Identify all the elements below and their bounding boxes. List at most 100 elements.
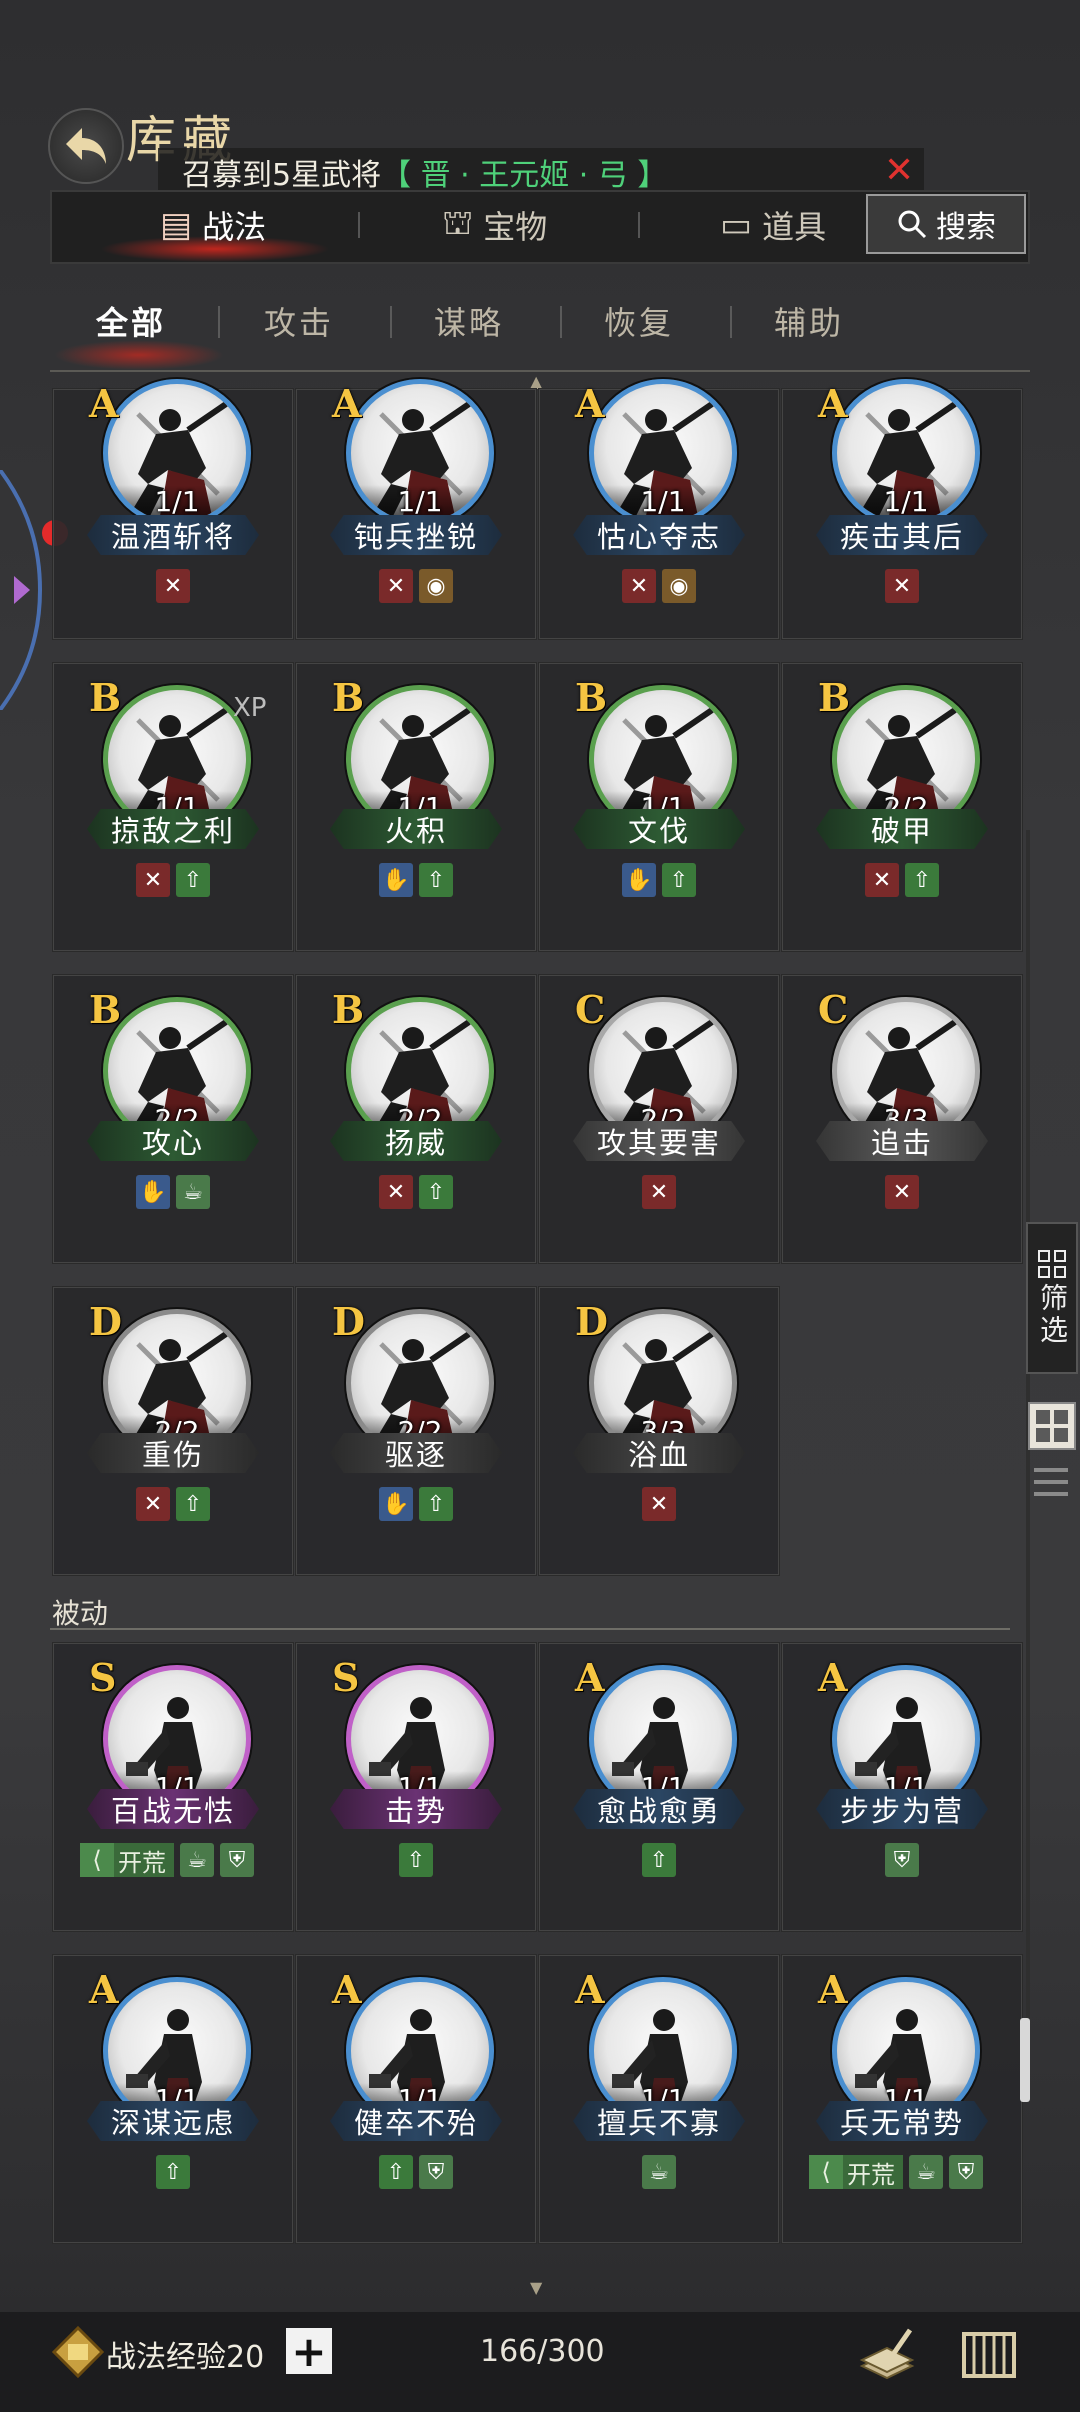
skill-card[interactable]: 1/1 A 温酒斩将 ✕ (52, 379, 294, 640)
skill-card[interactable]: 1/1 A 步步为营 ⛨ (781, 1642, 1023, 1932)
tab-daoju[interactable]: ▭ 道具 (720, 200, 826, 250)
skill-card[interactable]: 1/1 A 钝兵挫锐 ✕ ◉ (295, 379, 537, 640)
subtab-support[interactable]: 辅助 (774, 298, 844, 344)
subtab-separator (560, 306, 562, 338)
skill-card[interactable]: 2/2 C 攻其要害 ✕ (538, 974, 780, 1264)
skill-card[interactable]: 1/1 A 兵无常势 ⟨ 开荒 ☕ ⛨ (781, 1954, 1023, 2244)
shield-tag-icon: ⛨ (949, 2155, 983, 2189)
attack-tag-icon: ✕ (136, 1487, 170, 1521)
tab-label: 宝物 (483, 208, 548, 246)
grade-badge: B (89, 675, 122, 720)
pickaxe-icon: ⟨ (809, 2155, 843, 2189)
list-view-toggle[interactable] (1034, 1466, 1068, 1498)
skill-name: 文伐 (573, 809, 745, 849)
attack-tag-icon: ✕ (642, 1175, 676, 1209)
attack-tag-icon: ✕ (865, 863, 899, 897)
scroll-down-arrow-icon: ▼ (530, 2278, 543, 2297)
skill-card[interactable]: 2/2 B 扬威 ✕ ⇧ (295, 974, 537, 1264)
attack-tag-icon: ✕ (136, 863, 170, 897)
grade-badge: A (332, 1967, 362, 2012)
grid-view-toggle[interactable] (1028, 1402, 1076, 1450)
skill-name: 百战无怯 (87, 1789, 259, 1829)
back-button[interactable] (48, 108, 124, 184)
pickaxe-icon: ⟨ (80, 1843, 114, 1877)
filter-button[interactable]: 筛选 (1026, 1222, 1078, 1374)
skill-portrait: 1/1 (832, 379, 980, 527)
skill-name: 步步为营 (816, 1789, 988, 1829)
skill-tags: ✕ (642, 1487, 676, 1521)
skill-card[interactable]: 1/1 A 深谋远虑 ⇧ (52, 1954, 294, 2244)
skill-card[interactable]: 1/1 S 击势 ⇧ (295, 1642, 537, 1932)
bamboo-scroll-icon[interactable] (954, 2320, 1024, 2390)
subtab-attack[interactable]: 攻击 (264, 298, 334, 344)
heal-tag-icon: ⇧ (176, 863, 210, 897)
grade-badge: C (818, 987, 849, 1032)
scroll-bundle-icon: ▤ (160, 205, 193, 245)
banner-text: 召募到5星武将【 晋 · 王元姬 · 弓 】 (182, 150, 667, 194)
book-pen-icon[interactable] (852, 2320, 922, 2390)
tab-baowu[interactable]: ⛫ 宝物 (442, 200, 547, 250)
passive-section-divider (50, 1628, 1010, 1630)
grade-badge: A (89, 1967, 119, 2012)
kaihuang-label: 开荒 (847, 2160, 895, 2189)
grade-badge: B (332, 675, 365, 720)
close-icon[interactable]: ✕ (884, 150, 914, 191)
skill-name: 怙心夺志 (573, 515, 745, 555)
side-drawer-tab[interactable] (0, 468, 52, 712)
add-xp-button[interactable]: + (286, 2327, 332, 2376)
skill-tags: ✕ ◉ (622, 569, 696, 603)
subtab-separator (730, 306, 732, 338)
xp-badge: XP (233, 693, 267, 723)
pot-tag-icon: ☕ (180, 1843, 214, 1877)
skill-card[interactable]: 2/2 D 驱逐 ✋ ⇧ (295, 1286, 537, 1576)
skill-card[interactable]: 2/2 B 攻心 ✋ ☕ (52, 974, 294, 1264)
skill-card[interactable]: 1/1 A 愈战愈勇 ⇧ (538, 1642, 780, 1932)
skill-card[interactable]: 3/3 C 追击 ✕ (781, 974, 1023, 1264)
tab-zhanfa[interactable]: ▤ 战法 (160, 200, 266, 250)
skill-card[interactable]: 1/1 A 健卒不殆 ⇧ ⛨ (295, 1954, 537, 2244)
subtab-all[interactable]: 全部 (96, 298, 166, 344)
skill-portrait: 1/1 (103, 379, 251, 527)
skill-tags: ✋ ⇧ (622, 863, 696, 897)
skill-card[interactable]: 1/1 S 百战无怯 ⟨ 开荒 ☕ ⛨ (52, 1642, 294, 1932)
scrollbar-thumb[interactable] (1020, 2018, 1030, 2102)
skill-name: 破甲 (816, 809, 988, 849)
attack-tag-icon: ✕ (885, 1175, 919, 1209)
skull-tag-icon: ◉ (419, 569, 453, 603)
skill-name: 追击 (816, 1121, 988, 1161)
heal-tag-icon: ⇧ (419, 1487, 453, 1521)
kaihuang-label: 开荒 (118, 1848, 166, 1877)
skill-card[interactable]: 1/1 B 火积 ✋ ⇧ (295, 662, 537, 952)
blue-tag-icon: ✋ (379, 863, 413, 897)
skill-tags: ⛨ (885, 1843, 919, 1877)
skill-card[interactable]: 1/1 B XP 掠敌之利 ✕ ⇧ (52, 662, 294, 952)
shield-tag-icon: ⛨ (885, 1843, 919, 1877)
skill-card[interactable]: 3/3 D 浴血 ✕ (538, 1286, 780, 1576)
search-button[interactable]: 搜索 (866, 194, 1026, 254)
skill-name: 健卒不殆 (330, 2101, 502, 2141)
subtab-strategy[interactable]: 谋略 (434, 298, 504, 344)
skill-tags: ✕ (885, 1175, 919, 1209)
skill-card[interactable]: 1/1 B 文伐 ✋ ⇧ (538, 662, 780, 952)
skill-count: 1/1 (837, 485, 975, 518)
back-arrow-icon (66, 128, 106, 164)
search-icon (898, 210, 927, 239)
skill-card[interactable]: 1/1 A 疾击其后 ✕ (781, 379, 1023, 640)
skill-card[interactable]: 2/2 D 重伤 ✕ ⇧ (52, 1286, 294, 1576)
skill-name: 擅兵不寡 (573, 2101, 745, 2141)
list-view-icon (1034, 1468, 1068, 1496)
skill-card[interactable]: 2/2 B 破甲 ✕ ⇧ (781, 662, 1023, 952)
skill-name: 驱逐 (330, 1433, 502, 1473)
skill-card[interactable]: 1/1 A 怙心夺志 ✕ ◉ (538, 379, 780, 640)
skill-card[interactable]: 1/1 A 擅兵不寡 ☕ (538, 1954, 780, 2244)
skill-tags: ⇧ ⛨ (379, 2155, 453, 2189)
grade-badge: A (89, 381, 119, 426)
skill-tags: ✋ ⇧ (379, 863, 453, 897)
grade-badge: A (818, 381, 848, 426)
skill-tags: ✕ (642, 1175, 676, 1209)
subtab-recovery[interactable]: 恢复 (604, 298, 674, 344)
skill-tags: ✕ ⇧ (136, 863, 210, 897)
subtab-separator (218, 306, 220, 338)
skill-xp-label: 战法经验20 (106, 2340, 265, 2375)
heal-tag-icon: ⇧ (642, 1843, 676, 1877)
